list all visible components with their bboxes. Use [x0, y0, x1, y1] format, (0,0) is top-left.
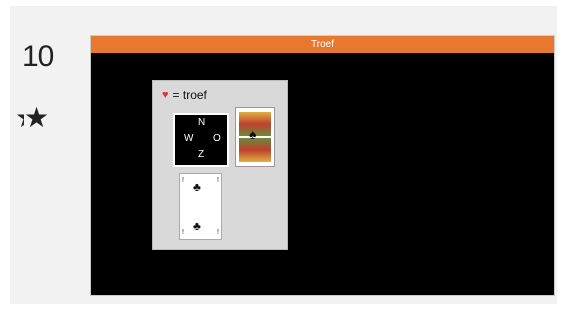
game-window[interactable]: Troef ♥ = troef N W O Z ♠ ! ! ♣ ♣ ! !	[90, 35, 555, 296]
star-rating: ★★	[15, 104, 49, 132]
card-corner: !	[182, 177, 184, 184]
spade-icon: ♠	[249, 126, 257, 142]
partial-star-icon: ★	[15, 104, 24, 132]
club-card[interactable]: ! ! ♣ ♣ ! !	[179, 173, 222, 240]
card-corner: !	[182, 229, 184, 236]
card-corner: !	[217, 229, 219, 236]
trump-label: = troef	[172, 88, 207, 102]
compass-north: N	[198, 117, 206, 128]
compass-box: N W O Z	[173, 113, 229, 167]
face-card[interactable]: ♠	[235, 107, 275, 167]
trump-indicator: ♥ = troef	[162, 88, 207, 102]
club-icon: ♣	[193, 180, 201, 194]
compass-south: Z	[198, 149, 205, 160]
card-corner: !	[217, 177, 219, 184]
rank-number: 10	[22, 40, 54, 73]
star-icon: ★	[24, 102, 50, 133]
compass-east: O	[213, 133, 221, 144]
heart-icon: ♥	[162, 89, 169, 101]
card-panel: ♥ = troef N W O Z ♠ ! ! ♣ ♣ ! !	[152, 80, 288, 250]
compass-west: W	[184, 133, 194, 144]
club-icon: ♣	[193, 219, 201, 233]
window-title: Troef	[91, 36, 554, 53]
